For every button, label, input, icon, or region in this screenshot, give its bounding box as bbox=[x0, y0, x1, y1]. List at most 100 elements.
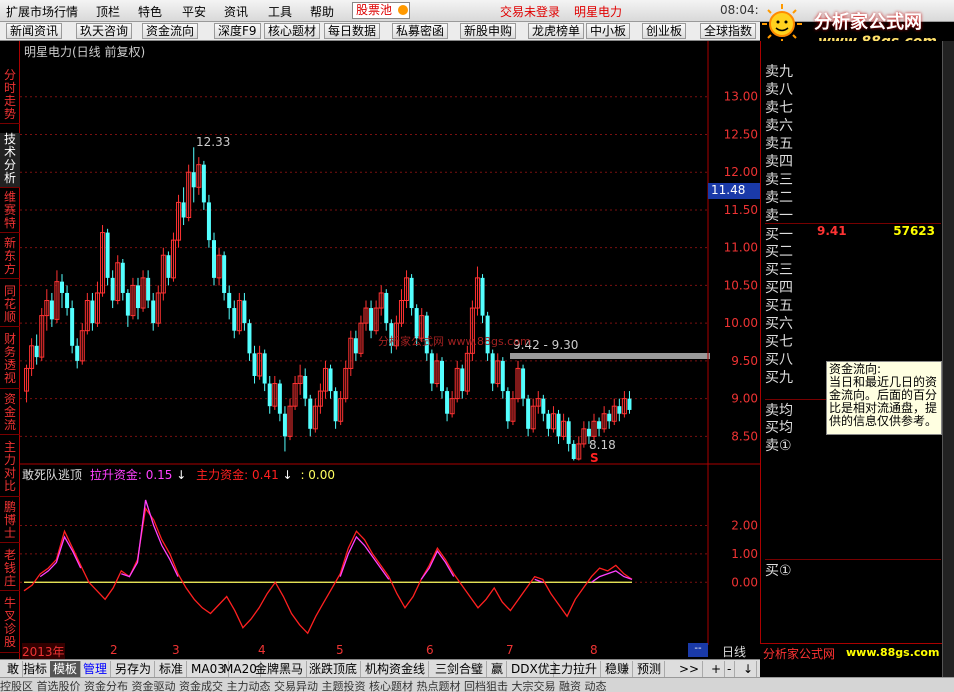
order-label: 卖五 bbox=[765, 136, 793, 152]
tab-main-compare[interactable]: 主力对比 bbox=[0, 441, 20, 497]
zoom-out-button[interactable]: - bbox=[724, 661, 736, 677]
candle-body-down bbox=[267, 383, 272, 407]
chart-grid bbox=[20, 96, 708, 583]
toolbar-jiutian[interactable]: 玖天咨询 bbox=[76, 23, 133, 39]
toolbar-news[interactable]: 新闻资讯 bbox=[6, 23, 63, 39]
time-label-year: 2013年 bbox=[22, 643, 65, 660]
toolbar-daily-data[interactable]: 每日数据 bbox=[324, 23, 381, 39]
candle-body-down bbox=[409, 277, 414, 309]
candle-body-down bbox=[146, 277, 151, 301]
tooltip-text: 当日和最近几日的资金流向。后面的百分比是相对流通盘，提供的信息仅供参考。 bbox=[829, 375, 938, 428]
order-row-buy3: 买三 bbox=[765, 259, 941, 278]
tab-indicator[interactable]: 指标 bbox=[20, 661, 52, 677]
order-label: 卖八 bbox=[765, 82, 793, 98]
stock-pool-button[interactable]: 股票池 bbox=[352, 2, 410, 19]
candle-body-down bbox=[247, 323, 252, 354]
toolbar-sme-board[interactable]: 中小板 bbox=[586, 23, 631, 39]
time-label-feb: 2 bbox=[110, 643, 118, 657]
tab-fund-flow[interactable]: 资金流 bbox=[0, 393, 20, 435]
candle-body-down bbox=[546, 413, 551, 429]
tab-main-rise[interactable]: 主力拉升 bbox=[546, 661, 602, 677]
menu-item-help[interactable]: 帮助 bbox=[310, 3, 334, 20]
left-vertical-tabs: 分时走势 技术分析 维赛特 新东方 同花顺 财务透视 资金流 主力对比 鹏博士 … bbox=[0, 41, 20, 661]
tab-top-bottom[interactable]: 涨跌顶底 bbox=[306, 661, 362, 677]
toolbar-core-theme[interactable]: 核心题材 bbox=[264, 23, 321, 39]
tab-win[interactable]: 赢 bbox=[488, 661, 508, 677]
tab-xindongfang[interactable]: 新东方 bbox=[0, 237, 20, 279]
menu-item-news[interactable]: 资讯 bbox=[224, 3, 248, 20]
candle-body-down bbox=[262, 353, 267, 384]
toolbar-f9[interactable]: 深度F9 bbox=[214, 23, 261, 39]
tab-golden-horse[interactable]: 金牌黑马 bbox=[252, 661, 308, 677]
toolbar-ipo[interactable]: 新股申购 bbox=[460, 23, 517, 39]
trade-login-status[interactable]: 交易未登录 bbox=[500, 3, 560, 20]
candle-body-down bbox=[440, 360, 444, 392]
toolbar-dragon-tiger[interactable]: 龙虎榜单 bbox=[528, 23, 585, 39]
indicator-lines bbox=[23, 499, 633, 635]
candle-body-down bbox=[597, 421, 602, 429]
order-row-sell3: 卖三 bbox=[765, 169, 941, 188]
tab-save-as[interactable]: 另存为 bbox=[112, 661, 156, 677]
menu-item-market[interactable]: 扩展市场行情 bbox=[6, 3, 78, 20]
toolbar-private-letter[interactable]: 私募密函 bbox=[392, 23, 449, 39]
menu-item-topbar[interactable]: 顶栏 bbox=[96, 3, 120, 20]
tab-more[interactable]: >> bbox=[676, 661, 704, 677]
tab-finance[interactable]: 财务透视 bbox=[0, 333, 20, 389]
indicator-line3-label: : 0.00 bbox=[300, 468, 336, 482]
time-scroll-button[interactable]: -- bbox=[688, 643, 708, 657]
indicator-tick-label: 0.00 bbox=[731, 575, 758, 589]
candle-body-down bbox=[571, 443, 576, 459]
menu-item-special[interactable]: 特色 bbox=[138, 3, 162, 20]
indicator-line-magenta bbox=[339, 535, 390, 580]
right-scrollbar[interactable] bbox=[942, 41, 954, 677]
watermark: 分析家公式网 www.88gs.com bbox=[378, 335, 531, 348]
order-row-sell5: 卖五 bbox=[765, 133, 941, 152]
tab-technical-analysis[interactable]: 技术分析 bbox=[0, 133, 20, 188]
order-row-buy-circle: 买① bbox=[765, 559, 941, 579]
price-tick-label: 11.00 bbox=[724, 241, 758, 255]
kline-chart-svg[interactable]: 13.00 12.50 12.00 11.50 11.00 10.50 10.00 9.50 9… bbox=[20, 41, 760, 657]
candle-body-down bbox=[120, 262, 125, 293]
tab-pengboshi[interactable]: 鹏博士 bbox=[0, 501, 20, 543]
toolbar-global-index[interactable]: 全球指数 bbox=[700, 23, 757, 39]
tab-manage[interactable]: 管理 bbox=[80, 661, 112, 677]
price-tick-label: 10.50 bbox=[724, 278, 758, 292]
tab-weisaite-label: 维赛特 bbox=[3, 190, 16, 230]
tab-steady[interactable]: 稳赚 bbox=[602, 661, 634, 677]
candle-body-down bbox=[136, 285, 140, 309]
scroll-down-button[interactable]: ↓ bbox=[740, 661, 758, 677]
order-row-sell8: 卖八 bbox=[765, 79, 941, 98]
tab-laoqianzhuang[interactable]: 老钱庄 bbox=[0, 549, 20, 591]
order-label: 买均 bbox=[765, 420, 793, 436]
indicator-arrow-1: ↓ bbox=[176, 468, 187, 482]
kline-chart-area[interactable]: 13.00 12.50 12.00 11.50 11.00 10.50 10.00 9.50 9… bbox=[20, 41, 760, 660]
tab-intraday-label: 分时走势 bbox=[3, 68, 16, 121]
tab-standard[interactable]: 标准 bbox=[156, 661, 188, 677]
toolbar-gem-board[interactable]: 创业板 bbox=[642, 23, 687, 39]
order-book-panel: 卖九 卖八 卖七 卖六 卖五 卖四 卖三 卖二 卖一 买一 9.41 57623… bbox=[760, 41, 942, 659]
tab-intraday[interactable]: 分时走势 bbox=[0, 69, 20, 124]
tab-laoqianzhuang-label: 老钱庄 bbox=[3, 548, 16, 588]
buy1-price[interactable]: 9.41 bbox=[817, 224, 847, 238]
candle-body-down bbox=[333, 391, 338, 422]
tab-three-swords[interactable]: 三剑合璧 bbox=[432, 661, 488, 677]
tab-tonghuashun[interactable]: 同花顺 bbox=[0, 285, 20, 327]
toolbar-fund-flow[interactable]: 资金流向 bbox=[142, 23, 199, 39]
candle-body-down bbox=[201, 164, 206, 203]
tab-template[interactable]: 模板 bbox=[50, 661, 82, 677]
tab-institution[interactable]: 机构资金线 bbox=[362, 661, 430, 677]
candle-body-down bbox=[566, 421, 571, 444]
indicator-name[interactable]: 敢死队逃顶 bbox=[22, 468, 82, 482]
tab-forecast[interactable]: 预测 bbox=[634, 661, 666, 677]
candle-body-down bbox=[500, 360, 505, 392]
menu-item-pingan[interactable]: 平安 bbox=[182, 3, 206, 20]
high-price-label: 12.33 bbox=[196, 135, 231, 149]
indicator-line-magenta bbox=[591, 570, 633, 583]
candle-body-down bbox=[328, 368, 333, 392]
tab-weisaite[interactable]: 维赛特 bbox=[0, 191, 20, 233]
zoom-in-button[interactable]: + bbox=[708, 661, 726, 677]
tab-niucha[interactable]: 牛叉诊股 bbox=[0, 597, 20, 653]
tab-pengboshi-label: 鹏博士 bbox=[3, 500, 16, 540]
menu-item-tools[interactable]: 工具 bbox=[268, 3, 292, 20]
period-label[interactable]: 日线 bbox=[722, 643, 746, 660]
